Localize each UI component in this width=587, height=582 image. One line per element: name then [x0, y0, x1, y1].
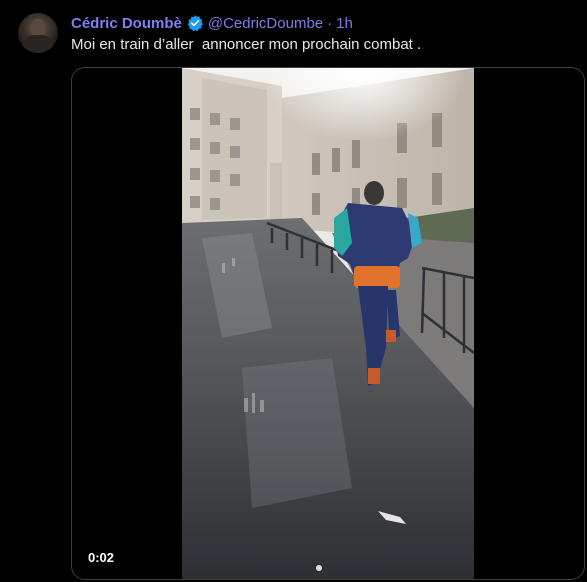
media-page-indicator — [316, 565, 322, 571]
tweet-time[interactable]: 1h — [336, 15, 353, 32]
verified-badge-icon[interactable] — [186, 14, 204, 32]
video-frame[interactable] — [182, 68, 474, 579]
avatar[interactable] — [18, 13, 58, 53]
video-timestamp: 0:02 — [88, 550, 115, 565]
author-handle[interactable]: @CedricDoumbe — [208, 15, 323, 32]
author-name[interactable]: Cédric Doumbè — [71, 15, 182, 32]
tweet-header: Cédric Doumbè @CedricDoumbe · 1h — [71, 13, 353, 33]
video-player[interactable]: 0:02 — [71, 67, 585, 580]
tweet: Cédric Doumbè @CedricDoumbe · 1h Moi en … — [0, 0, 587, 582]
separator-dot: · — [327, 14, 333, 32]
tweet-text: Moi en train d’aller annoncer mon procha… — [71, 36, 422, 53]
